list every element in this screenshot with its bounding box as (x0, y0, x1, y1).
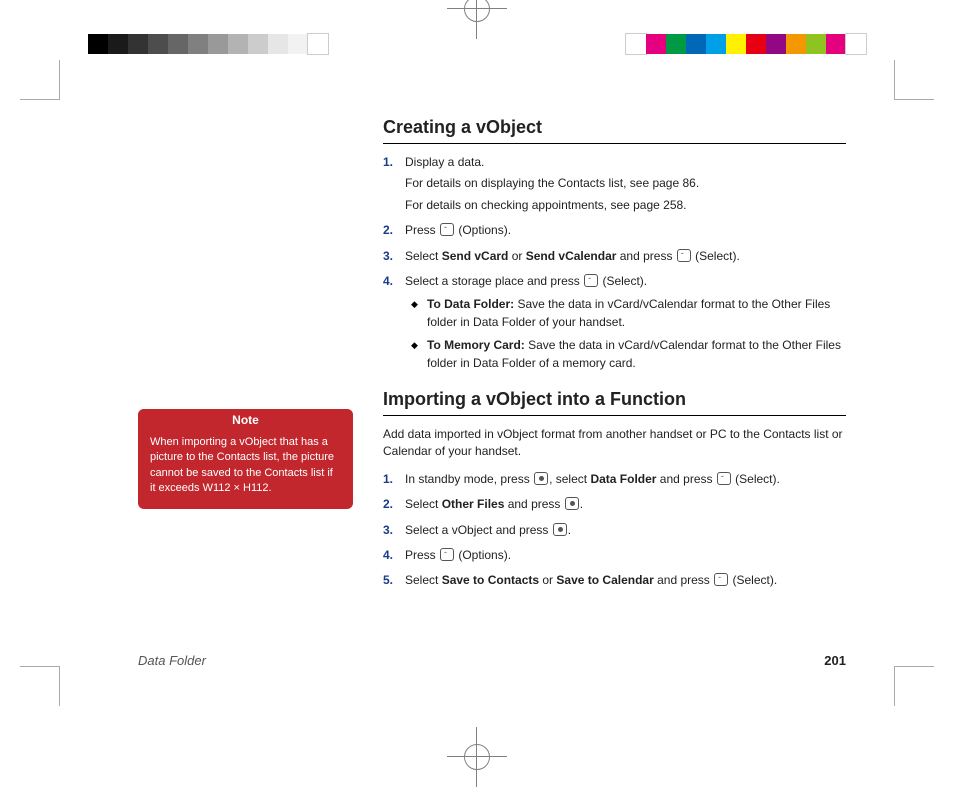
crop-mark (894, 60, 934, 100)
page-number: 201 (824, 653, 846, 668)
step-text: (Select). (729, 573, 777, 587)
step-number: 4. (383, 273, 393, 290)
crop-mark (894, 666, 934, 706)
step-text: (Select). (599, 274, 647, 288)
step-item: 3. Select Send vCard or Send vCalendar a… (383, 248, 846, 265)
step-text: , select (549, 472, 590, 486)
step-item: 1. In standby mode, press , select Data … (383, 471, 846, 488)
bold-term: Data Folder (590, 472, 656, 486)
step-text: . (580, 497, 583, 511)
step-text: Display a data. (405, 155, 484, 169)
softkey-icon (440, 223, 454, 236)
step-number: 5. (383, 572, 393, 589)
step-text: Select (405, 573, 442, 587)
bold-term: Other Files (442, 497, 505, 511)
center-key-icon (534, 472, 548, 485)
step-text: Press (405, 548, 439, 562)
softkey-icon (440, 548, 454, 561)
section-heading-importing: Importing a vObject into a Function (383, 386, 846, 416)
step-text: Press (405, 223, 439, 237)
softkey-icon (714, 573, 728, 586)
footer-section: Data Folder (138, 653, 206, 668)
step-text: Select a storage place and press (405, 274, 583, 288)
step-text: and press (504, 497, 563, 511)
crop-mark (20, 666, 60, 706)
bold-term: Send vCard (442, 249, 509, 263)
step-item: 1. Display a data. For details on displa… (383, 154, 846, 214)
color-swatches (626, 34, 866, 54)
step-subtext: For details on displaying the Contacts l… (405, 175, 846, 192)
sub-bullets: To Data Folder: Save the data in vCard/v… (411, 296, 846, 372)
step-text: . (568, 523, 571, 537)
bold-term: To Memory Card: (427, 338, 525, 352)
bold-term: Save to Contacts (442, 573, 539, 587)
step-number: 2. (383, 222, 393, 239)
crop-mark (20, 60, 60, 100)
step-text: In standby mode, press (405, 472, 533, 486)
step-item: 3. Select a vObject and press . (383, 522, 846, 539)
step-text: or (539, 573, 556, 587)
page-footer: Data Folder 201 (138, 653, 846, 668)
step-text: (Select). (692, 249, 740, 263)
center-key-icon (565, 497, 579, 510)
step-text: Select a vObject and press (405, 523, 552, 537)
step-text: (Select). (732, 472, 780, 486)
step-number: 4. (383, 547, 393, 564)
step-text: (Options). (455, 223, 511, 237)
crosshair-icon (460, 0, 494, 26)
section-intro: Add data imported in vObject format from… (383, 426, 846, 461)
bold-term: Send vCalendar (526, 249, 617, 263)
step-item: 2. Select Other Files and press . (383, 496, 846, 513)
page-content: Note When importing a vObject that has a… (108, 114, 846, 668)
bullet-item: To Data Folder: Save the data in vCard/v… (411, 296, 846, 331)
step-text: Select (405, 249, 442, 263)
steps-creating: 1. Display a data. For details on displa… (383, 154, 846, 372)
step-text: and press (656, 472, 715, 486)
bold-term: To Data Folder: (427, 297, 514, 311)
step-item: 5. Select Save to Contacts or Save to Ca… (383, 572, 846, 589)
step-text: or (508, 249, 525, 263)
step-number: 1. (383, 154, 393, 171)
step-text: and press (616, 249, 675, 263)
printer-registration-top (0, 34, 954, 54)
softkey-icon (677, 249, 691, 262)
bullet-item: To Memory Card: Save the data in vCard/v… (411, 337, 846, 372)
section-heading-creating: Creating a vObject (383, 114, 846, 144)
note-body: When importing a vObject that has a pict… (138, 431, 353, 499)
crosshair-icon (460, 740, 494, 774)
step-text: Select (405, 497, 442, 511)
step-number: 3. (383, 248, 393, 265)
step-subtext: For details on checking appointments, se… (405, 197, 846, 214)
step-number: 3. (383, 522, 393, 539)
step-number: 2. (383, 496, 393, 513)
softkey-icon (584, 274, 598, 287)
step-text: (Options). (455, 548, 511, 562)
softkey-icon (717, 472, 731, 485)
step-number: 1. (383, 471, 393, 488)
note-heading: Note (138, 409, 353, 431)
step-item: 4. Press (Options). (383, 547, 846, 564)
step-item: 4. Select a storage place and press (Sel… (383, 273, 846, 372)
steps-importing: 1. In standby mode, press , select Data … (383, 471, 846, 590)
center-key-icon (553, 523, 567, 536)
step-text: and press (654, 573, 713, 587)
bold-term: Save to Calendar (556, 573, 653, 587)
step-item: 2. Press (Options). (383, 222, 846, 239)
note-callout: Note When importing a vObject that has a… (138, 409, 353, 509)
